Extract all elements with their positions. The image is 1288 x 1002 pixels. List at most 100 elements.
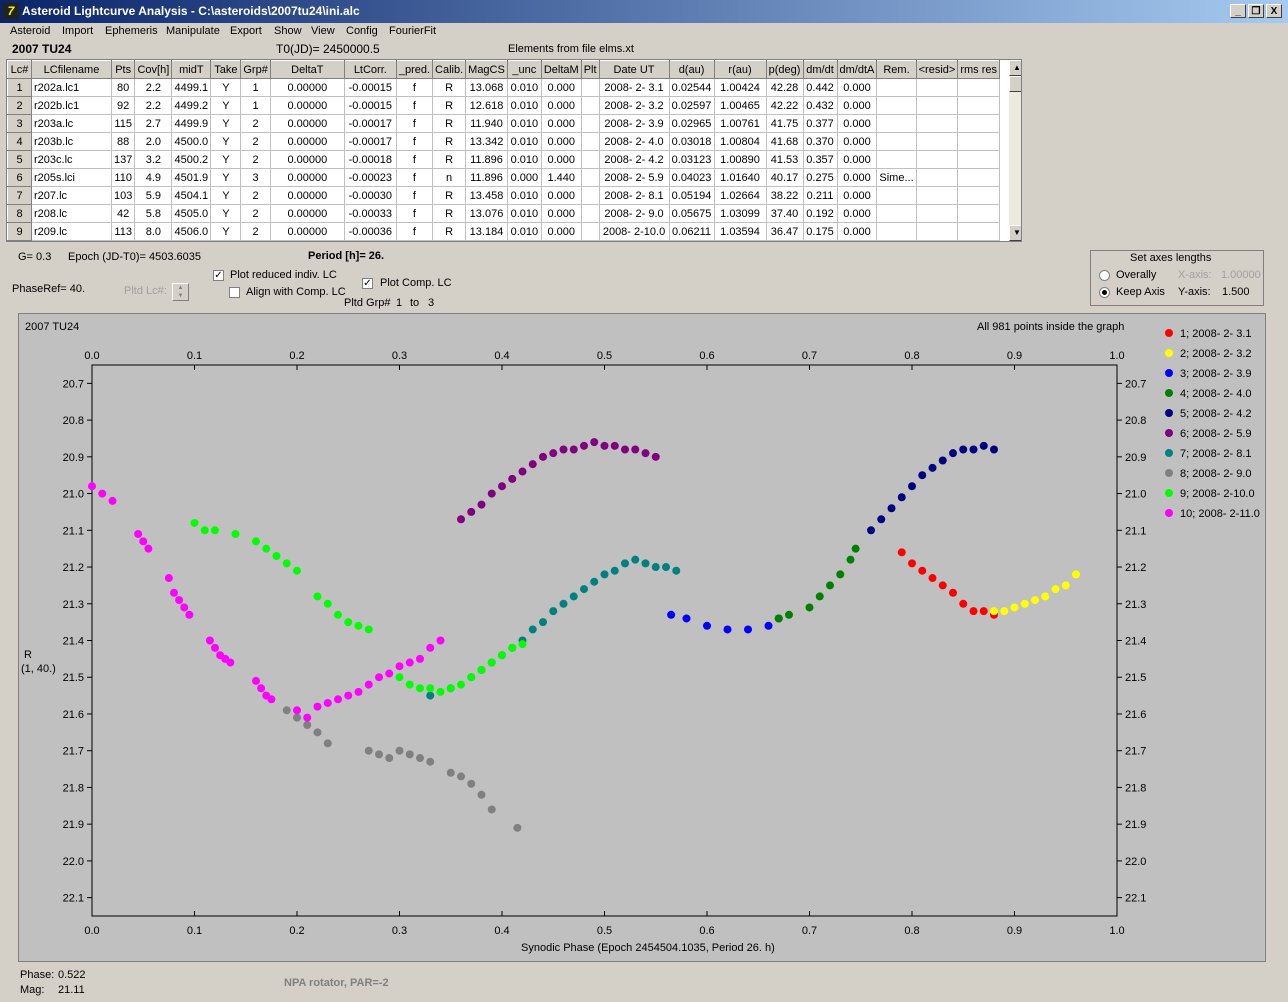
- table-cell[interactable]: [876, 204, 917, 223]
- table-cell[interactable]: 0.010: [506, 78, 542, 97]
- table-cell[interactable]: 42.22: [765, 96, 804, 115]
- table-cell[interactable]: 1.440: [540, 168, 582, 187]
- table-row[interactable]: 9 r209.lc 113 8.0 4506.0 Y 2 0.00000 -0.00036 f R 1…: [7, 222, 1000, 241]
- column-header[interactable]: dm/dtA: [836, 60, 878, 79]
- table-cell[interactable]: Y: [210, 114, 242, 133]
- table-cell[interactable]: 2: [240, 150, 271, 169]
- table-cell[interactable]: [915, 96, 959, 115]
- table-cell[interactable]: 5.9: [134, 186, 173, 205]
- table-cell[interactable]: [876, 96, 917, 115]
- table-cell[interactable]: [580, 150, 600, 169]
- table-cell[interactable]: 2008- 2- 3.2: [598, 96, 670, 115]
- table-cell[interactable]: 41.75: [765, 114, 804, 133]
- table-cell[interactable]: 0.010: [506, 186, 542, 205]
- table-cell[interactable]: 2: [240, 186, 271, 205]
- table-cell[interactable]: Y: [210, 186, 242, 205]
- plot-comp-checkbox[interactable]: ✓: [362, 278, 373, 289]
- table-cell[interactable]: 0.000: [540, 132, 582, 151]
- table-row[interactable]: 7 r207.lc 103 5.9 4504.1 Y 2 0.00000 -0.00030 f R 1…: [7, 186, 1000, 205]
- table-cell[interactable]: [957, 132, 1000, 151]
- plot-area[interactable]: 2007 TU24 All 981 points inside the graph…: [18, 313, 1266, 962]
- column-header[interactable]: d(au): [668, 60, 715, 79]
- table-cell[interactable]: r203a.lc: [31, 114, 112, 133]
- table-cell[interactable]: r203c.lc: [31, 150, 112, 169]
- table-cell[interactable]: -0.00018: [343, 150, 397, 169]
- table-cell[interactable]: [876, 132, 917, 151]
- table-cell[interactable]: [876, 78, 917, 97]
- column-header[interactable]: Lc#: [7, 60, 32, 79]
- table-cell[interactable]: 0.010: [506, 132, 542, 151]
- row-header[interactable]: 4: [7, 132, 32, 151]
- table-cell[interactable]: 0.00000: [269, 204, 345, 223]
- table-cell[interactable]: 110: [110, 168, 136, 187]
- plot-reduced-checkbox[interactable]: ✓: [213, 270, 224, 281]
- yaxis-value[interactable]: 1.500: [1222, 286, 1250, 298]
- table-cell[interactable]: 12.618: [465, 96, 508, 115]
- table-cell[interactable]: 40.17: [765, 168, 804, 187]
- table-cell[interactable]: 0.03018: [668, 132, 715, 151]
- table-cell[interactable]: [876, 150, 917, 169]
- table-cell[interactable]: 1.01640: [713, 168, 767, 187]
- table-cell[interactable]: 0.000: [540, 186, 582, 205]
- table-cell[interactable]: 2: [240, 114, 271, 133]
- table-cell[interactable]: [957, 168, 1000, 187]
- table-cell[interactable]: n: [432, 168, 467, 187]
- table-cell[interactable]: 115: [110, 114, 136, 133]
- table-cell[interactable]: 0.02597: [668, 96, 715, 115]
- table-row[interactable]: 3 r203a.lc 115 2.7 4499.9 Y 2 0.00000 -0.00017 f R…: [7, 114, 1000, 133]
- table-cell[interactable]: 2: [240, 222, 271, 241]
- table-row[interactable]: 4 r203b.lc 88 2.0 4500.0 Y 2 0.00000 -0.00017 f R 1…: [7, 132, 1000, 151]
- table-cell[interactable]: 41.68: [765, 132, 804, 151]
- table-cell[interactable]: 4.9: [134, 168, 173, 187]
- column-header[interactable]: DeltaT: [269, 60, 345, 79]
- table-cell[interactable]: 2008- 2- 4.2: [598, 150, 670, 169]
- column-header[interactable]: MagCS: [465, 60, 508, 79]
- minimize-button[interactable]: _: [1230, 4, 1246, 18]
- scroll-thumb[interactable]: [1009, 76, 1021, 92]
- menu-fourierfit[interactable]: FourierFit: [389, 25, 436, 37]
- table-cell[interactable]: 0.000: [540, 96, 582, 115]
- scroll-up-icon[interactable]: ▲: [1009, 60, 1021, 76]
- table-cell[interactable]: 2008- 2-10.0: [598, 222, 670, 241]
- grp-to-value[interactable]: 3: [428, 297, 434, 309]
- row-header[interactable]: 9: [7, 222, 32, 241]
- column-header[interactable]: <resid>: [915, 60, 959, 79]
- table-cell[interactable]: 4500.2: [171, 150, 212, 169]
- table-cell[interactable]: 13.076: [465, 204, 508, 223]
- table-cell[interactable]: 1.00804: [713, 132, 767, 151]
- table-row[interactable]: 2 r202b.lc1 92 2.2 4499.2 Y 1 0.00000 -0.00015 f R…: [7, 96, 1000, 115]
- column-header[interactable]: Cov[h]: [134, 60, 173, 79]
- table-cell[interactable]: 41.53: [765, 150, 804, 169]
- table-cell[interactable]: -0.00017: [343, 114, 397, 133]
- table-cell[interactable]: 0.432: [802, 96, 838, 115]
- menu-config[interactable]: Config: [346, 25, 378, 37]
- table-cell[interactable]: Y: [210, 204, 242, 223]
- table-cell[interactable]: [957, 186, 1000, 205]
- table-cell[interactable]: r202b.lc1: [31, 96, 112, 115]
- table-cell[interactable]: 42: [110, 204, 136, 223]
- table-cell[interactable]: [876, 114, 917, 133]
- row-header[interactable]: 7: [7, 186, 32, 205]
- table-cell[interactable]: [580, 114, 600, 133]
- table-cell[interactable]: -0.00015: [343, 78, 397, 97]
- table-cell[interactable]: 0.000: [836, 204, 878, 223]
- column-header[interactable]: midT: [171, 60, 212, 79]
- column-header[interactable]: LCfilename: [31, 60, 112, 79]
- table-cell[interactable]: Y: [210, 168, 242, 187]
- align-comp-checkbox[interactable]: [229, 287, 240, 298]
- table-cell[interactable]: 2.7: [134, 114, 173, 133]
- table-cell[interactable]: R: [432, 222, 467, 241]
- table-cell[interactable]: 0.000: [506, 168, 542, 187]
- table-cell[interactable]: f: [395, 168, 434, 187]
- table-cell[interactable]: 0.000: [836, 78, 878, 97]
- table-cell[interactable]: r205s.lci: [31, 168, 112, 187]
- table-cell[interactable]: Y: [210, 222, 242, 241]
- table-cell[interactable]: 4506.0: [171, 222, 212, 241]
- row-header[interactable]: 2: [7, 96, 32, 115]
- table-cell[interactable]: [580, 96, 600, 115]
- table-cell[interactable]: [957, 78, 1000, 97]
- table-cell[interactable]: 0.000: [836, 222, 878, 241]
- column-header[interactable]: Grp#: [240, 60, 271, 79]
- table-cell[interactable]: 0.03123: [668, 150, 715, 169]
- table-row[interactable]: 5 r203c.lc 137 3.2 4500.2 Y 2 0.00000 -0.00018 f R…: [7, 150, 1000, 169]
